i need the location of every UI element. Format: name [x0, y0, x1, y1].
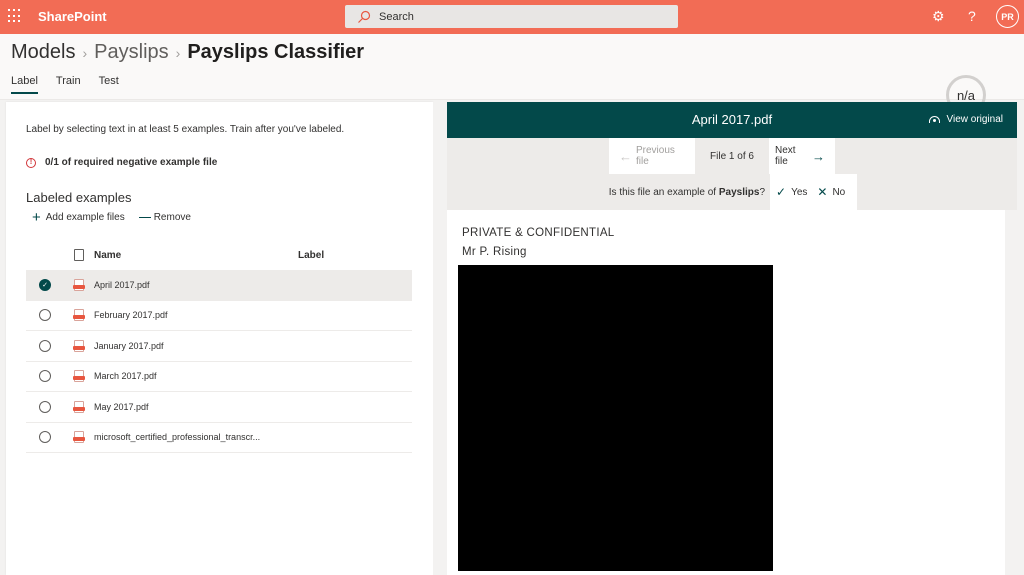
warning-text: 0/1 of required negative example file [45, 157, 218, 168]
yes-label: Yes [791, 186, 808, 198]
answer-buttons: ✓ Yes ✕ No [770, 174, 857, 210]
row-checkbox[interactable] [39, 431, 51, 444]
file-type-icon [74, 249, 84, 261]
file-row[interactable]: microsoft_certified_professional_transcr… [26, 423, 412, 453]
pdf-icon [73, 431, 85, 444]
pdf-icon [73, 370, 85, 383]
row-selected-checkbox[interactable]: ✓ [39, 278, 51, 291]
example-question-bar: Is this file an example of Payslips? ✓ Y… [447, 174, 1017, 210]
file-name[interactable]: microsoft_certified_professional_transcr… [94, 432, 298, 442]
search-icon [358, 10, 371, 23]
search-placeholder: Search [379, 10, 414, 23]
remove-label: Remove [153, 212, 191, 223]
file-row[interactable]: May 2017.pdf [26, 392, 412, 423]
question-model: Payslips [718, 187, 760, 198]
column-header-label[interactable]: Label [298, 250, 412, 261]
document-page[interactable]: PRIVATE & CONFIDENTIAL Mr P. Rising [447, 210, 1005, 575]
yes-button[interactable]: ✓ Yes [776, 185, 807, 199]
add-example-files-button[interactable]: + Add example files [32, 208, 125, 226]
no-label: No [832, 186, 846, 198]
view-original-label: View original [946, 114, 1003, 125]
viewer-header: April 2017.pdf View original [447, 102, 1017, 138]
file-position: File 1 of 6 [710, 150, 754, 162]
app-launcher-icon[interactable] [8, 9, 22, 23]
row-checkbox[interactable] [39, 370, 51, 383]
close-icon: ✕ [817, 185, 828, 199]
panel-splitter[interactable] [433, 102, 447, 575]
labeled-files-list: Name Label ✓ April 2017.pdf February 201… [26, 240, 412, 453]
no-button[interactable]: ✕ No [817, 185, 845, 199]
view-original-button[interactable]: View original [929, 114, 1003, 125]
negative-example-warning: ! 0/1 of required negative example file [26, 157, 217, 168]
pdf-icon [73, 339, 85, 352]
user-avatar[interactable]: PR [996, 5, 1019, 28]
file-row[interactable]: March 2017.pdf [26, 362, 412, 392]
row-checkbox[interactable] [39, 339, 51, 352]
instructions-text: Label by selecting text in at least 5 ex… [26, 124, 345, 135]
tab-label[interactable]: Label [11, 75, 38, 94]
file-name[interactable]: January 2017.pdf [94, 341, 298, 351]
file-row[interactable]: ✓ April 2017.pdf [26, 270, 412, 301]
example-question: Is this file an example of Payslips? [609, 187, 765, 198]
pdf-icon [73, 278, 85, 291]
suite-bar: SharePoint Search ⚙ ? PR [0, 0, 1024, 34]
warning-icon: ! [26, 157, 36, 168]
file-name[interactable]: March 2017.pdf [94, 371, 298, 381]
labeled-examples-heading: Labeled examples [26, 190, 132, 205]
breadcrumb-separator: › [82, 44, 88, 61]
breadcrumb: Models › Payslips › Payslips Classifier [11, 41, 364, 64]
remove-icon [138, 217, 151, 218]
file-row[interactable]: January 2017.pdf [26, 331, 412, 362]
add-icon: + [32, 208, 41, 226]
remove-button[interactable]: Remove [138, 212, 191, 223]
command-bar: + Add example files Remove [32, 208, 205, 226]
checkmark-icon: ✓ [776, 185, 787, 199]
previous-file-button[interactable]: ← Previous file [609, 138, 695, 174]
redacted-region [458, 265, 773, 571]
search-box[interactable]: Search [345, 5, 678, 28]
arrow-left-icon: ← [619, 148, 632, 164]
row-checkbox[interactable] [39, 309, 51, 322]
file-name[interactable]: February 2017.pdf [94, 310, 298, 320]
add-example-files-label: Add example files [45, 212, 125, 223]
help-icon[interactable]: ? [968, 8, 976, 24]
row-checkbox[interactable] [39, 400, 51, 413]
file-row[interactable]: February 2017.pdf [26, 301, 412, 331]
page-header: Models › Payslips › Payslips Classifier … [0, 34, 1024, 128]
labeling-panel: Label by selecting text in at least 5 ex… [6, 102, 433, 575]
file-name[interactable]: April 2017.pdf [94, 280, 298, 290]
pdf-icon [73, 309, 85, 322]
breadcrumb-separator: › [175, 44, 181, 61]
settings-icon[interactable]: ⚙ [932, 8, 945, 25]
accuracy-value: n/a [956, 87, 976, 103]
next-file-label: Next file [775, 145, 796, 167]
tab-train[interactable]: Train [56, 75, 81, 93]
document-text-line[interactable]: PRIVATE & CONFIDENTIAL [462, 227, 615, 239]
question-suffix: ? [759, 187, 765, 198]
eye-icon [929, 116, 941, 123]
document-text-line[interactable]: Mr P. Rising [462, 246, 527, 258]
pdf-icon [73, 400, 85, 413]
document-viewer: April 2017.pdf View original ← Previous … [447, 102, 1017, 575]
previous-file-label: Previous file [636, 145, 675, 167]
tab-test[interactable]: Test [99, 75, 119, 93]
file-navigation: ← Previous file File 1 of 6 Next file → [447, 138, 1017, 174]
tab-bar: Label Train Test [11, 75, 137, 94]
breadcrumb-models[interactable]: Models [11, 41, 75, 64]
breadcrumb-payslips[interactable]: Payslips [94, 41, 168, 64]
list-header: Name Label [26, 240, 412, 270]
arrow-right-icon: → [812, 148, 825, 164]
column-header-name[interactable]: Name [94, 250, 298, 261]
app-name[interactable]: SharePoint [38, 9, 107, 24]
viewer-scrollbar[interactable] [1005, 210, 1017, 575]
page-title: Payslips Classifier [187, 41, 365, 63]
next-file-button[interactable]: Next file → [769, 138, 835, 174]
question-prefix: Is this file an example of [608, 187, 719, 198]
file-name[interactable]: May 2017.pdf [94, 402, 298, 412]
